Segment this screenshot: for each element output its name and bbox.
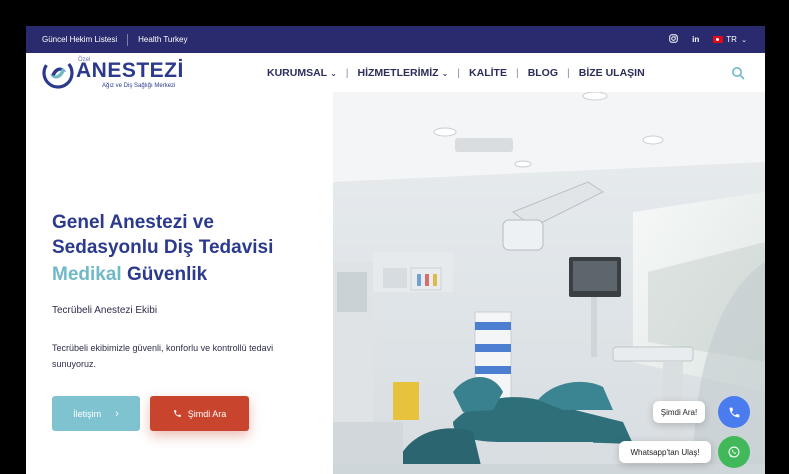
whatsapp-tooltip[interactable]: Whatsapp'tan Ulaş! bbox=[619, 441, 711, 463]
call-now-tooltip[interactable]: Şimdi Ara! bbox=[653, 401, 705, 423]
device-frame: Güncel Hekim Listesi Health Turkey in TR… bbox=[0, 0, 789, 474]
site-header: Özel ANESTEZİ Ağız ve Diş Sağlığı Merkez… bbox=[26, 53, 765, 92]
hero-subtitle: Tecrübeli Anestezi Ekibi bbox=[52, 305, 158, 316]
health-turkey-link[interactable]: Health Turkey bbox=[138, 35, 187, 44]
nav-item-hizmetlerimiz[interactable]: HİZMETLERİMİZ ⌄ bbox=[358, 67, 449, 79]
hero-title-line: Sedasyonlu Diş Tedavisi bbox=[52, 237, 274, 258]
nav-divider: | bbox=[515, 66, 519, 79]
button-label: İletişim bbox=[73, 408, 102, 419]
chevron-down-icon: ⌄ bbox=[741, 37, 747, 44]
language-selector[interactable]: TR ⌄ bbox=[713, 35, 747, 44]
main-nav: KURUMSAL ⌄ | HİZMETLERİMİZ ⌄ | KALİTE | BL… bbox=[267, 53, 645, 92]
nav-item-contact[interactable]: BİZE ULAŞIN bbox=[579, 67, 645, 79]
hero-title-line: Genel Anestezi ve bbox=[52, 212, 214, 233]
phone-fab[interactable] bbox=[718, 396, 750, 428]
nav-item-blog[interactable]: BLOG bbox=[528, 67, 558, 79]
nav-divider: | bbox=[345, 66, 349, 79]
top-bar-right: in TR ⌄ bbox=[669, 26, 747, 53]
nav-item-kurumsal[interactable]: KURUMSAL ⌄ bbox=[267, 67, 337, 79]
site-logo[interactable]: Özel ANESTEZİ Ağız ve Diş Sağlığı Merkez… bbox=[42, 56, 192, 90]
logo-mark-icon bbox=[42, 57, 74, 89]
browser-viewport: Güncel Hekim Listesi Health Turkey in TR… bbox=[26, 26, 765, 474]
highlight-word: Medikal bbox=[52, 264, 122, 285]
whatsapp-icon bbox=[728, 446, 740, 458]
contact-button[interactable]: İletişim › bbox=[52, 396, 140, 431]
turkey-flag-icon bbox=[713, 36, 724, 43]
chevron-down-icon: ⌄ bbox=[441, 68, 449, 78]
button-label: Şimdi Ara bbox=[187, 408, 227, 419]
language-code: TR bbox=[726, 35, 737, 44]
hero-highlight: Medikal Güvenlik bbox=[52, 262, 207, 287]
divider bbox=[127, 33, 129, 46]
highlight-word: Güvenlik bbox=[126, 264, 208, 285]
nav-divider: | bbox=[567, 66, 570, 79]
top-bar: Güncel Hekim Listesi Health Turkey in TR… bbox=[26, 26, 765, 53]
nav-label: KURUMSAL bbox=[267, 66, 328, 79]
chevron-right-icon: › bbox=[115, 407, 119, 420]
search-icon[interactable] bbox=[731, 66, 745, 80]
logo-tagline: Ağız ve Diş Sağlığı Merkezi bbox=[102, 83, 176, 89]
chevron-down-icon: ⌄ bbox=[330, 68, 337, 78]
hero-title: Genel Anestezi ve Sedasyonlu Diş Tedavis… bbox=[52, 210, 273, 260]
nav-item-kalite[interactable]: KALİTE bbox=[469, 67, 507, 79]
nav-label: HİZMETLERİMİZ bbox=[357, 66, 439, 79]
phone-icon bbox=[729, 407, 739, 417]
instagram-icon[interactable] bbox=[669, 34, 678, 45]
nav-divider: | bbox=[457, 66, 461, 79]
current-doctor-list-link[interactable]: Güncel Hekim Listesi bbox=[42, 35, 117, 44]
linkedin-icon[interactable]: in bbox=[692, 35, 699, 44]
hero-text-panel: Genel Anestezi ve Sedasyonlu Diş Tedavis… bbox=[26, 92, 333, 474]
call-now-button[interactable]: Şimdi Ara bbox=[150, 396, 249, 431]
whatsapp-fab[interactable] bbox=[718, 436, 750, 468]
phone-icon bbox=[173, 410, 181, 417]
hero-description: Tecrübeli ekibimizle güvenli, konforlu v… bbox=[52, 343, 274, 369]
logo-name: ANESTEZİ bbox=[76, 59, 184, 82]
